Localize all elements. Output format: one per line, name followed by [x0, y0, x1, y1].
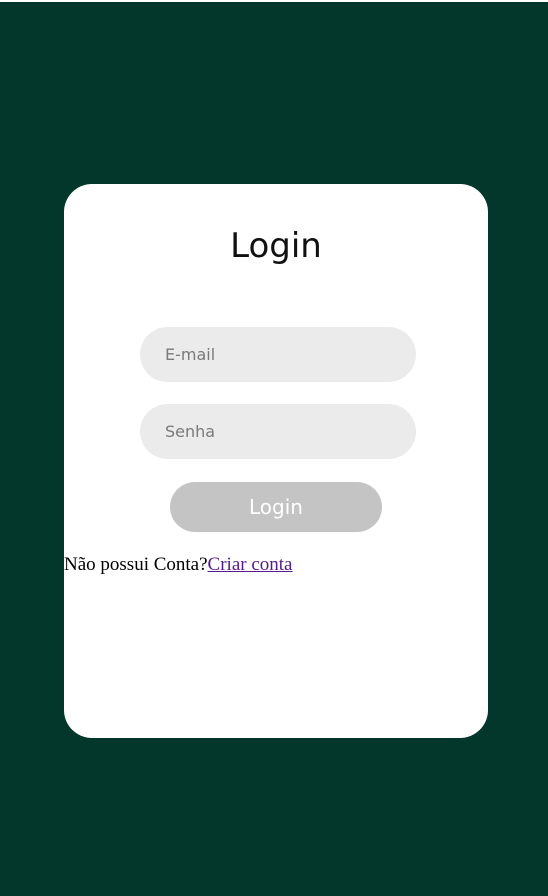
signup-prompt: Não possui Conta?Criar conta — [64, 553, 292, 577]
no-account-text: Não possui Conta? — [64, 554, 208, 575]
password-field[interactable] — [140, 404, 416, 459]
top-border — [0, 0, 548, 2]
page-title: Login — [230, 226, 322, 266]
login-button[interactable]: Login — [170, 482, 382, 532]
create-account-link[interactable]: Criar conta — [208, 554, 293, 575]
email-field[interactable] — [140, 327, 416, 382]
login-card: Login Login Não possui Conta?Criar conta — [64, 184, 488, 738]
